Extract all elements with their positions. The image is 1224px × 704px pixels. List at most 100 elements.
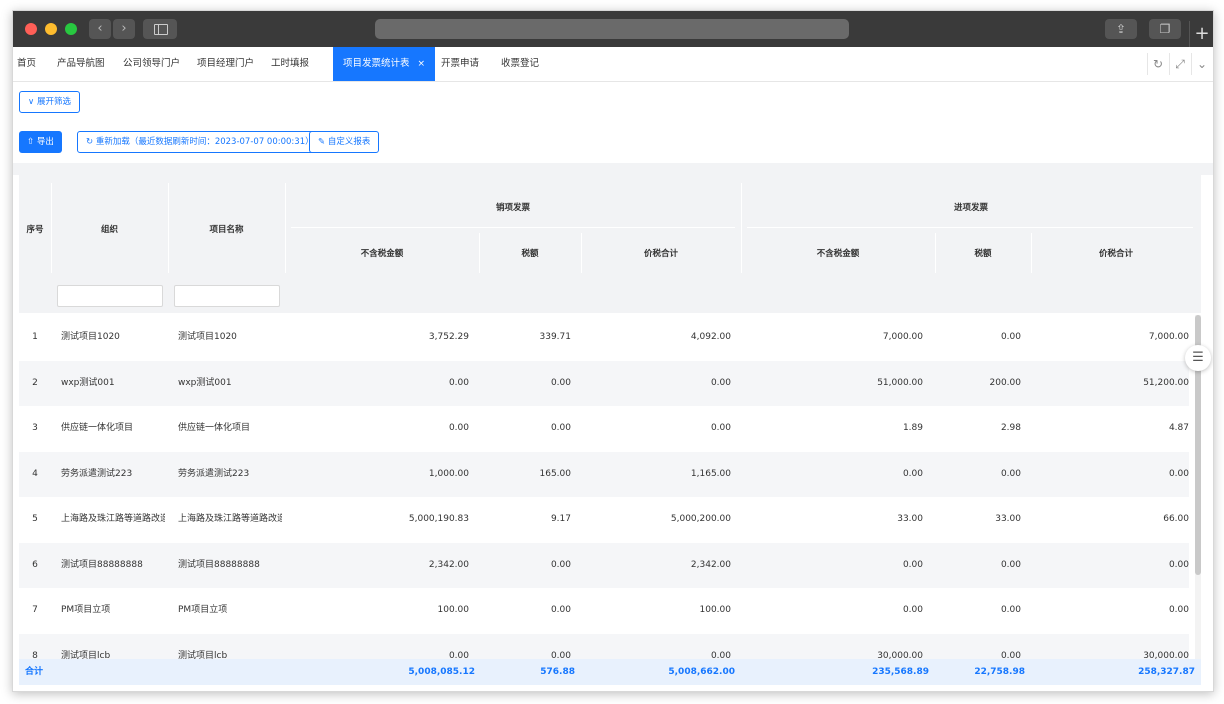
tab-leader-portal[interactable]: 公司领导门户 xyxy=(123,47,180,81)
reload-button[interactable]: ↻ 重新加载（最近数据刷新时间：2023-07-07 00:00:31） xyxy=(77,131,323,153)
cell-sales-total: 100.00 xyxy=(699,605,732,615)
chevron-down-icon: ∨ xyxy=(28,97,37,107)
cell-project: 测试项目1020 xyxy=(178,332,237,342)
table-row[interactable]: 4 劳务派遣测试223 劳务派遣测试223 1,000.00 165.00 1,165.0… xyxy=(19,451,1189,497)
refresh-icon: ↻ xyxy=(1152,57,1164,71)
export-button[interactable]: ⇧ 导出 xyxy=(19,131,62,153)
forward-button[interactable]: › xyxy=(113,19,135,39)
header-divider xyxy=(747,227,1193,228)
cell-input-amount: 0.00 xyxy=(902,468,923,479)
cell-input-total: 4.87 xyxy=(1168,423,1189,433)
cell-sales-tax: 165.00 xyxy=(539,468,572,479)
cell-input-total: 7,000.00 xyxy=(1148,332,1189,342)
tab-product-nav[interactable]: 产品导航图 xyxy=(57,47,105,81)
cell-input-amount: 0.00 xyxy=(902,605,923,615)
expand-filter-button[interactable]: ∨ 展开筛选 xyxy=(19,91,80,113)
cell-org: wxp测试001 xyxy=(61,377,115,388)
cell-org: PM项目立项 xyxy=(61,605,111,615)
table-row[interactable]: 6 测试项目88888888 测试项目88888888 2,342.00 0.00 2,3… xyxy=(19,542,1189,588)
custom-report-button[interactable]: ✎ 自定义报表 xyxy=(309,131,380,153)
footer-sales-amount: 5,008,085.12 xyxy=(408,667,475,677)
header-sales-total: 价税合计 xyxy=(643,249,678,259)
cell-seq: 4 xyxy=(32,468,38,479)
table-row[interactable]: 2 wxp测试001 wxp测试001 0.00 0.00 0.00 51,000.00 20… xyxy=(19,360,1189,406)
cell-sales-amount: 5,000,190.83 xyxy=(408,514,469,524)
cell-input-tax: 0.00 xyxy=(1000,468,1021,479)
cell-input-total: 30,000.00 xyxy=(1143,650,1189,660)
cell-sales-amount: 2,342.00 xyxy=(428,559,469,570)
minimize-window-button[interactable] xyxy=(45,23,57,35)
cell-seq: 2 xyxy=(32,377,38,388)
cell-project: 测试项目lcb xyxy=(178,650,228,660)
header-divider xyxy=(291,227,735,228)
chevron-left-icon: ‹ xyxy=(97,21,103,36)
cell-sales-tax: 0.00 xyxy=(550,377,571,388)
cell-sales-amount: 0.00 xyxy=(448,423,469,433)
cell-input-tax: 200.00 xyxy=(989,377,1022,388)
cell-project: 劳务派遣测试223 xyxy=(178,468,250,479)
cell-sales-total: 0.00 xyxy=(710,377,731,388)
sliders-icon: ☰ xyxy=(1192,350,1204,365)
maximize-window-button[interactable] xyxy=(65,23,77,35)
cell-seq: 5 xyxy=(32,514,38,524)
cell-input-total: 0.00 xyxy=(1168,559,1189,570)
header-input-total: 价税合计 xyxy=(1098,249,1133,259)
header-input-tax: 税额 xyxy=(974,249,992,259)
fullscreen-button[interactable]: ⤢ xyxy=(1169,53,1190,75)
cell-sales-tax: 9.17 xyxy=(550,514,571,524)
cell-input-amount: 51,000.00 xyxy=(877,377,923,388)
tab-invoice-stats-label: 项目发票统计表 xyxy=(343,58,410,69)
column-settings-button[interactable]: ☰ xyxy=(1185,345,1211,371)
cell-org: 测试项目lcb xyxy=(61,650,111,660)
cell-sales-amount: 3,752.29 xyxy=(428,332,469,342)
tab-home[interactable]: 首页 xyxy=(17,47,36,81)
cell-sales-tax: 339.71 xyxy=(539,332,572,342)
close-window-button[interactable] xyxy=(25,23,37,35)
org-filter-input[interactable] xyxy=(57,285,163,307)
cell-input-amount: 30,000.00 xyxy=(877,650,923,660)
cell-org: 上海路及珠江路等道路改造 xyxy=(61,514,165,524)
sidebar-toggle-button[interactable] xyxy=(143,19,177,39)
tab-overview-button[interactable]: ❐ xyxy=(1149,19,1181,39)
tab-invoice-apply[interactable]: 开票申请 xyxy=(441,47,479,81)
cell-org: 供应链一体化项目 xyxy=(61,423,134,433)
tab-receipt-register[interactable]: 收票登记 xyxy=(501,47,539,81)
share-button[interactable]: ⇪ xyxy=(1105,19,1137,39)
title-bar: ‹ › ⇪ ❐ + xyxy=(13,11,1213,47)
cell-project: 测试项目88888888 xyxy=(178,559,260,570)
table-row[interactable]: 5 上海路及珠江路等道路改造 上海路及珠江路等道路改造 5,000,190.83 9.1… xyxy=(19,497,1189,542)
sidebar-icon xyxy=(154,24,168,35)
refresh-tab-button[interactable]: ↻ xyxy=(1147,53,1168,75)
cell-sales-amount: 100.00 xyxy=(437,605,470,615)
back-button[interactable]: ‹ xyxy=(89,19,111,39)
custom-report-label: 自定义报表 xyxy=(327,137,371,147)
footer-sales-tax: 576.88 xyxy=(540,667,575,677)
tab-pm-portal[interactable]: 项目经理门户 xyxy=(197,47,254,81)
new-tab-button[interactable]: + xyxy=(1189,21,1213,47)
cell-input-total: 0.00 xyxy=(1168,468,1189,479)
export-label: 导出 xyxy=(36,137,54,147)
reload-label: 重新加载（最近数据刷新时间：2023-07-07 00:00:31） xyxy=(95,137,314,147)
cell-sales-total: 4,092.00 xyxy=(690,332,731,342)
tab-timesheet[interactable]: 工时填报 xyxy=(271,47,309,81)
cell-sales-total: 0.00 xyxy=(710,423,731,433)
tabs-icon: ❐ xyxy=(1159,22,1171,36)
project-filter-input[interactable] xyxy=(174,285,280,307)
cell-project: PM项目立项 xyxy=(178,605,228,615)
cell-project: wxp测试001 xyxy=(178,377,232,388)
cell-input-tax: 33.00 xyxy=(995,514,1021,524)
table-row[interactable]: 3 供应链一体化项目 供应链一体化项目 0.00 0.00 0.00 1.89 2.98 4.8… xyxy=(19,406,1189,451)
close-tab-icon[interactable]: × xyxy=(418,59,426,69)
chevron-right-icon: › xyxy=(121,21,127,36)
cell-sales-total: 5,000,200.00 xyxy=(670,514,731,524)
header-sales-invoice: 销项发票 xyxy=(495,203,530,213)
table-row[interactable]: 1 测试项目1020 测试项目1020 3,752.29 339.71 4,092.00 7… xyxy=(19,315,1189,360)
table-row[interactable]: 7 PM项目立项 PM项目立项 100.00 0.00 100.00 0.00 0.00 0.0… xyxy=(19,588,1189,633)
address-bar[interactable] xyxy=(375,19,849,39)
cell-input-tax: 0.00 xyxy=(1000,559,1021,570)
table-row[interactable]: 8 测试项目lcb 测试项目lcb 0.00 0.00 0.00 30,000.00 0.00… xyxy=(19,633,1189,660)
tab-menu-button[interactable]: ⌄ xyxy=(1191,53,1212,75)
cell-org: 测试项目88888888 xyxy=(61,559,143,570)
tab-invoice-stats[interactable]: 项目发票统计表 × xyxy=(333,47,436,81)
header-input-amount: 不含税金额 xyxy=(816,249,860,259)
